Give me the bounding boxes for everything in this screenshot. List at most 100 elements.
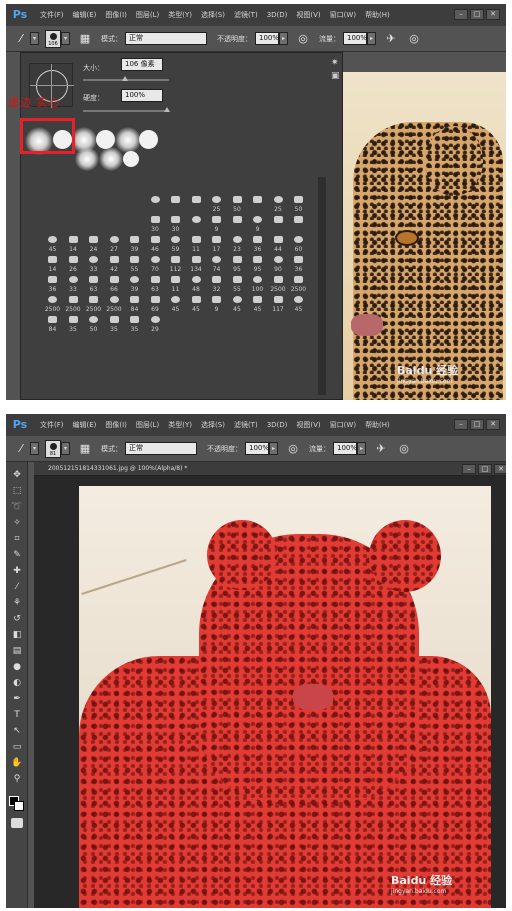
- close-button[interactable]: ✕: [486, 9, 500, 20]
- brush-preset-item[interactable]: 23: [228, 233, 247, 253]
- pressure-size-icon-2[interactable]: ◎: [396, 441, 412, 457]
- hard-round-brush-row2[interactable]: [123, 151, 139, 167]
- pressure-opacity-icon-2[interactable]: ◎: [285, 441, 301, 457]
- menu-help-2[interactable]: 帮助(H): [365, 420, 390, 430]
- brush-panel-toggle-icon[interactable]: ▦: [77, 31, 93, 47]
- brush-preset-item[interactable]: 11: [166, 273, 185, 293]
- brush-preset-item[interactable]: 36: [248, 233, 267, 253]
- menu-edit[interactable]: 编辑(E): [73, 10, 97, 20]
- eyedropper-icon[interactable]: ✎: [10, 548, 24, 562]
- menu-filter-2[interactable]: 滤镜(T): [234, 420, 258, 430]
- brush-preset-item[interactable]: 9: [207, 293, 226, 313]
- hard-round-brush-xl[interactable]: [139, 130, 158, 149]
- brush-preset-item[interactable]: [146, 193, 165, 213]
- brush-preset-item[interactable]: 63: [146, 273, 165, 293]
- flow-dropdown[interactable]: ▸: [367, 32, 376, 45]
- path-select-icon[interactable]: ↖: [10, 724, 24, 738]
- pressure-size-icon[interactable]: ◎: [406, 31, 422, 47]
- brush-preset-item[interactable]: 2500: [64, 293, 83, 313]
- size-slider-knob[interactable]: [122, 76, 128, 81]
- hand-icon[interactable]: ✋: [10, 756, 24, 770]
- brush-preset-dropdown-2[interactable]: ▾: [61, 442, 70, 455]
- magic-wand-icon[interactable]: ✧: [10, 516, 24, 530]
- close-button-2[interactable]: ✕: [486, 419, 500, 430]
- brush-preset-item[interactable]: 2500: [43, 293, 62, 313]
- brush-preset-item[interactable]: 45: [248, 293, 267, 313]
- opacity-input-2[interactable]: 100%: [245, 442, 269, 455]
- brush-preset-item[interactable]: [289, 213, 308, 233]
- airbrush-icon[interactable]: ✈: [383, 31, 399, 47]
- mode-select-2[interactable]: 正常: [125, 442, 197, 455]
- pressure-opacity-icon[interactable]: ◎: [295, 31, 311, 47]
- brush-tool-icon-2[interactable]: ⁄: [13, 441, 29, 457]
- brush-icon[interactable]: ⁄: [10, 580, 24, 594]
- menu-window[interactable]: 窗口(W): [330, 10, 356, 20]
- brush-preset-item[interactable]: [269, 213, 288, 233]
- menu-help[interactable]: 帮助(H): [365, 10, 390, 20]
- brush-tool-icon[interactable]: ⁄: [13, 31, 29, 47]
- menu-layer-2[interactable]: 图层(L): [136, 420, 159, 430]
- document-tab[interactable]: 200512151814331061.jpg @ 100%(Alpha/8) *: [34, 462, 506, 476]
- brush-preset-item[interactable]: 24: [84, 233, 103, 253]
- menu-image[interactable]: 图像(I): [105, 10, 127, 20]
- brush-preset-item[interactable]: 69: [146, 293, 165, 313]
- brush-preset-item[interactable]: 2500: [105, 293, 124, 313]
- brush-preset-item[interactable]: 2500: [269, 273, 288, 293]
- brush-preset-item[interactable]: 45: [187, 293, 206, 313]
- brush-preset-item[interactable]: 44: [269, 233, 288, 253]
- brush-preset-dropdown[interactable]: ▾: [61, 32, 70, 45]
- brush-preset-item[interactable]: 30: [166, 213, 185, 233]
- brush-preset-item[interactable]: 11: [187, 233, 206, 253]
- move-icon[interactable]: ✥: [10, 468, 24, 482]
- brush-preset-item[interactable]: 45: [289, 293, 308, 313]
- tool-preset-dropdown[interactable]: ▾: [30, 32, 39, 45]
- brush-preset-item[interactable]: 39: [125, 273, 144, 293]
- blur-icon[interactable]: ●: [10, 660, 24, 674]
- menu-type[interactable]: 类型(Y): [168, 10, 192, 20]
- brush-preset-item[interactable]: 39: [125, 233, 144, 253]
- brush-preset-item[interactable]: 14: [64, 233, 83, 253]
- brush-preset-item[interactable]: 134: [187, 253, 206, 273]
- doc-restore-button[interactable]: □: [478, 464, 492, 474]
- flow-input-2[interactable]: 100%: [333, 442, 357, 455]
- hardness-slider-knob[interactable]: [164, 107, 170, 112]
- brush-preset-item[interactable]: 25: [269, 193, 288, 213]
- menu-view[interactable]: 视图(V): [296, 10, 320, 20]
- brush-preset-item[interactable]: 45: [43, 233, 62, 253]
- healing-icon[interactable]: ✚: [10, 564, 24, 578]
- brush-preset-item[interactable]: 45: [228, 293, 247, 313]
- menu-select[interactable]: 选择(S): [201, 10, 225, 20]
- brush-panel-toggle-icon-2[interactable]: ▦: [77, 441, 93, 457]
- pen-icon[interactable]: ✒: [10, 692, 24, 706]
- menu-file-2[interactable]: 文件(F): [40, 420, 64, 430]
- brush-preset-item[interactable]: 70: [146, 253, 165, 273]
- history-brush-icon[interactable]: ↺: [10, 612, 24, 626]
- brush-preset-item[interactable]: 2500: [84, 293, 103, 313]
- zoom-icon[interactable]: ⚲: [10, 772, 24, 786]
- crop-icon[interactable]: ⌗: [10, 532, 24, 546]
- brush-preset-item[interactable]: 66: [105, 273, 124, 293]
- brush-preset-item[interactable]: 35: [105, 313, 124, 333]
- brush-preset-item[interactable]: 36: [43, 273, 62, 293]
- brush-preset-item[interactable]: 84: [43, 313, 62, 333]
- brush-preset-item[interactable]: 50: [289, 193, 308, 213]
- brush-preset-item[interactable]: 42: [105, 253, 124, 273]
- brush-preset-item[interactable]: [228, 213, 247, 233]
- picker-scrollbar[interactable]: [318, 177, 326, 395]
- maximize-button[interactable]: □: [470, 9, 484, 20]
- soft-round-brush-row2a[interactable]: [75, 147, 99, 171]
- brush-preset-item[interactable]: 36: [289, 253, 308, 273]
- doc-minimize-button[interactable]: –: [462, 464, 476, 474]
- brush-preset-item[interactable]: [248, 193, 267, 213]
- background-color-swatch[interactable]: [14, 801, 24, 811]
- hardness-input[interactable]: 100%: [121, 89, 163, 102]
- brush-preset-item[interactable]: 50: [228, 193, 247, 213]
- brush-preset-picker-2[interactable]: 81: [45, 439, 61, 458]
- menu-file[interactable]: 文件(F): [40, 10, 64, 20]
- mode-select[interactable]: 正常: [125, 32, 207, 45]
- brush-preset-item[interactable]: 74: [207, 253, 226, 273]
- brush-preset-item[interactable]: 32: [207, 273, 226, 293]
- stamp-icon[interactable]: ⚘: [10, 596, 24, 610]
- brush-preset-item[interactable]: 63: [84, 273, 103, 293]
- maximize-button-2[interactable]: □: [470, 419, 484, 430]
